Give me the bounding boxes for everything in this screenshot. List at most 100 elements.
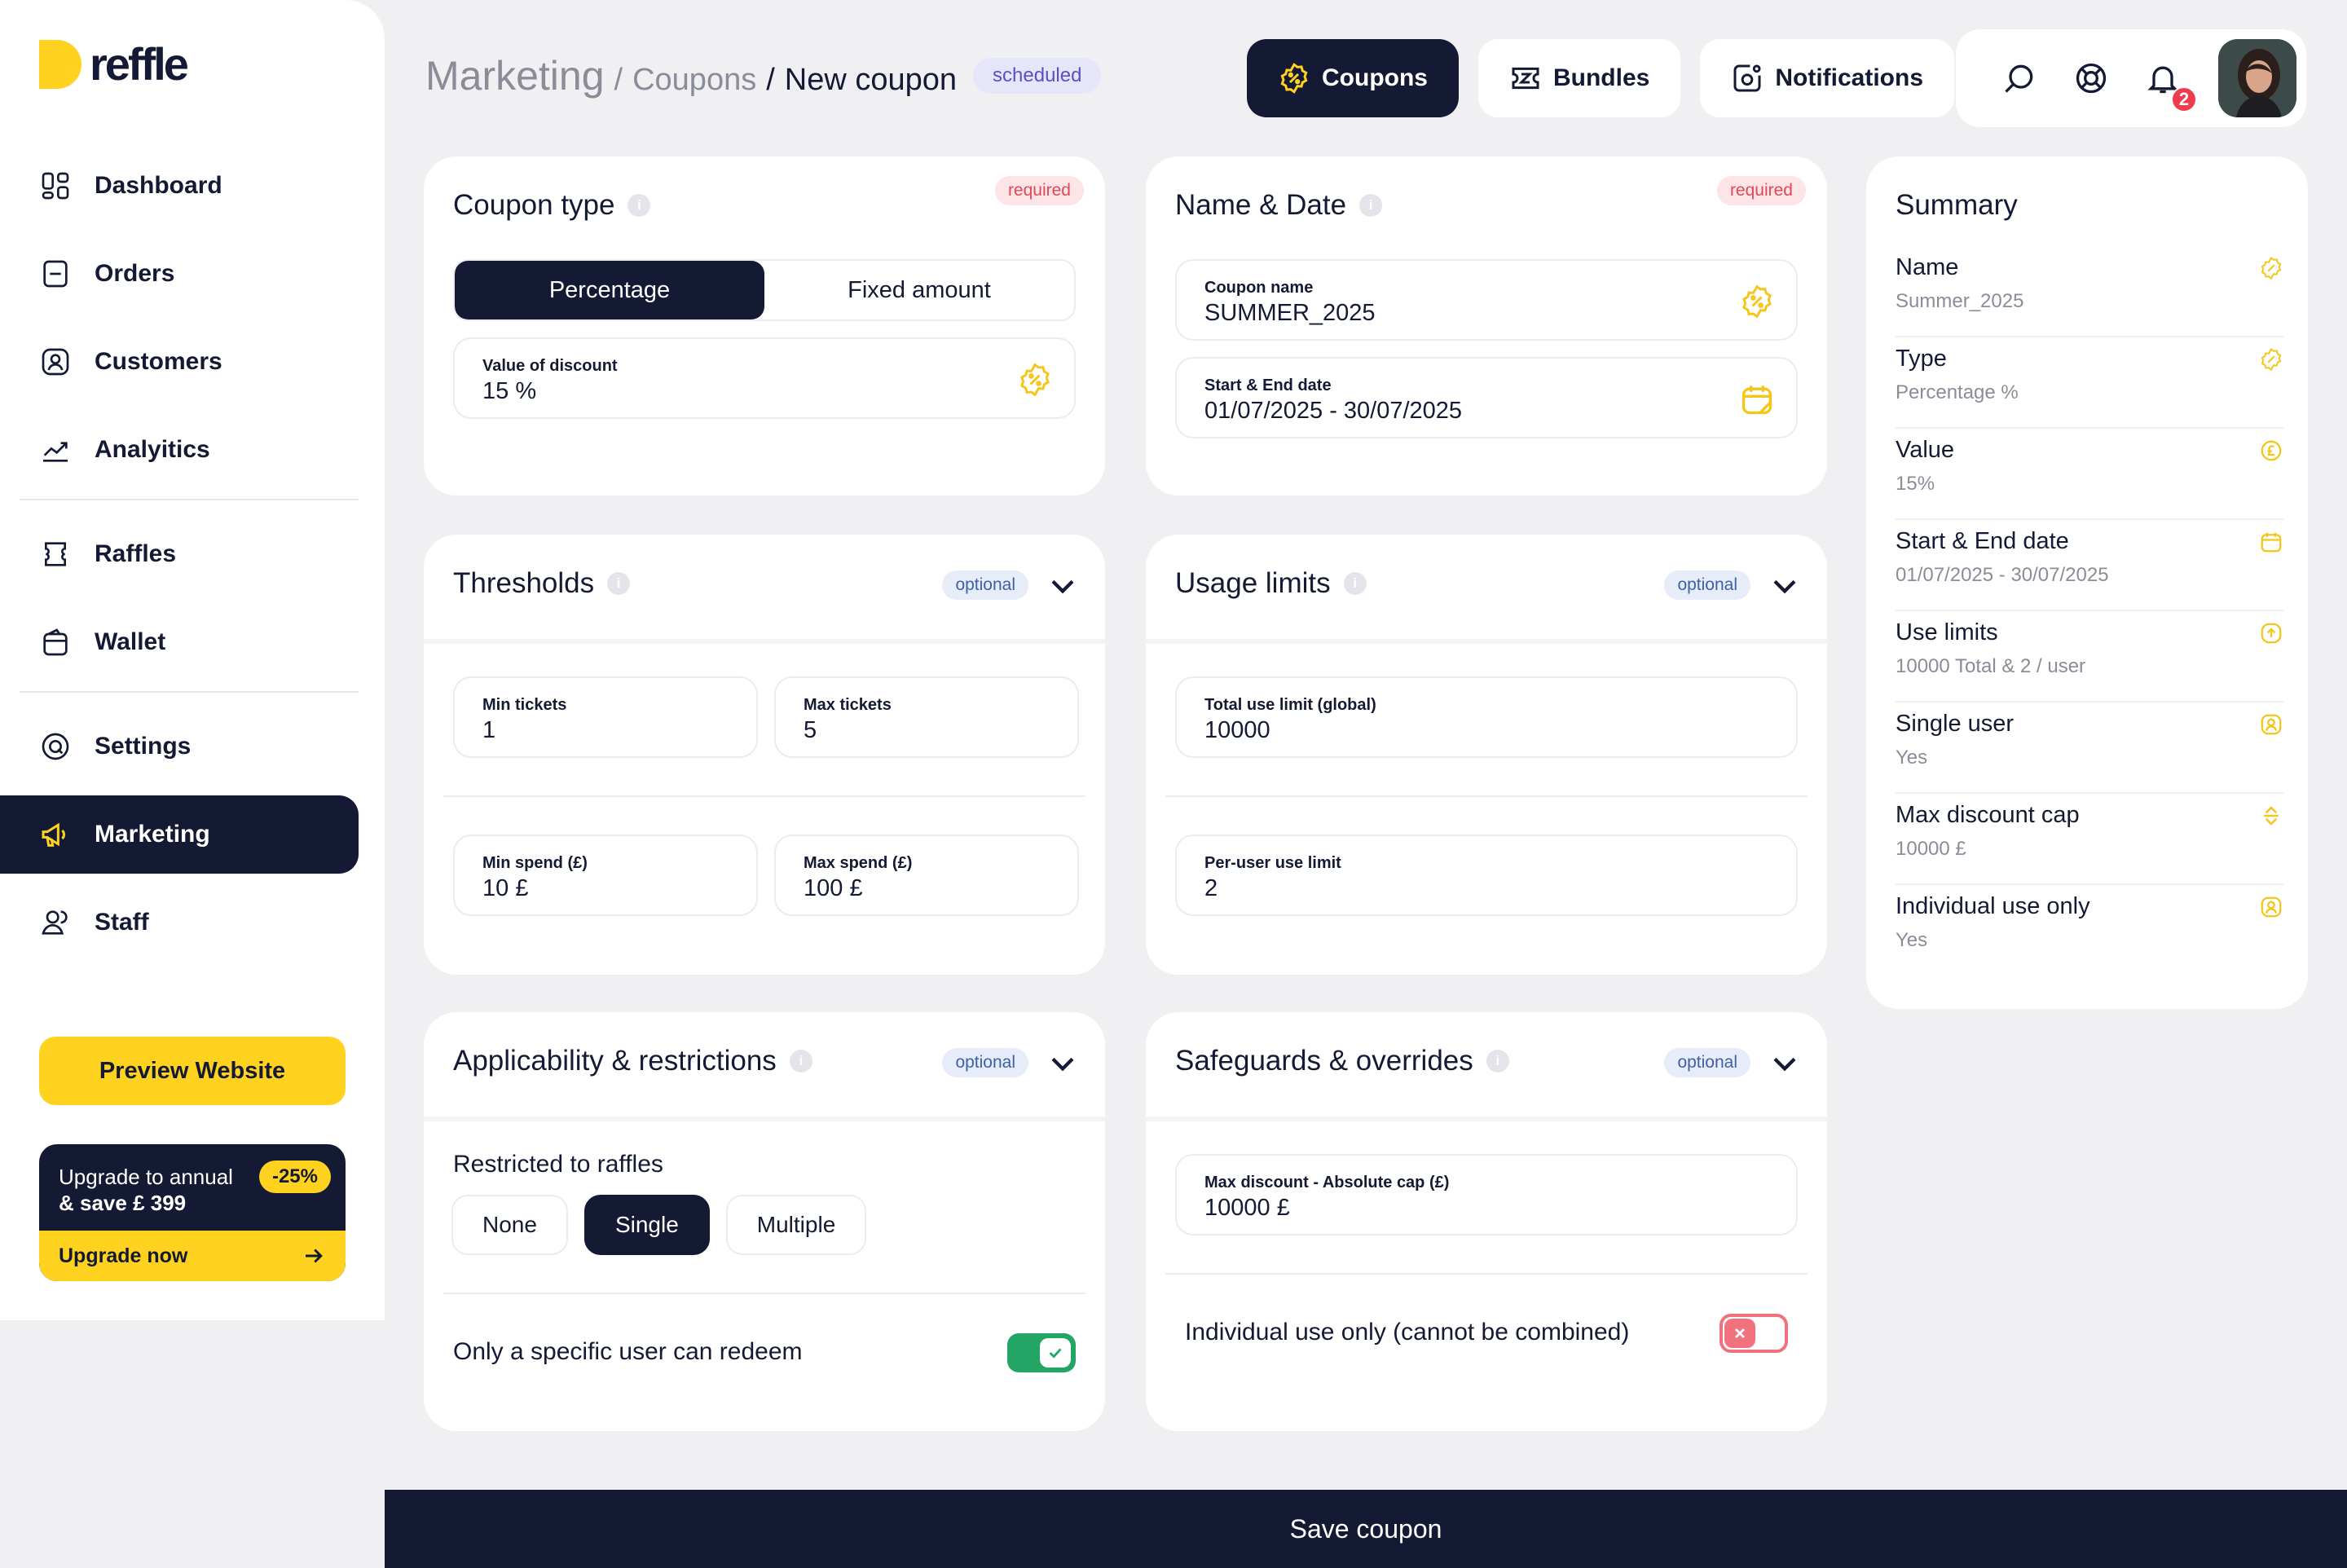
sidebar-item-label: Orders [95,260,175,287]
summary-title: Summary [1896,189,2018,221]
summary-value: 10000 Total & 2 / user [1896,655,2086,677]
field-label: Per-user use limit [1204,854,1341,872]
badge-percent-icon [1742,284,1772,319]
chevron-down-icon[interactable] [1050,577,1076,597]
breadcrumb-marketing[interactable]: Marketing [425,52,605,99]
field-value: 5 [804,717,817,743]
summary-row-dates: Start & End date 01/07/2025 - 30/07/2025 [1896,520,2283,611]
sidebar-item-raffles[interactable]: Raffles [20,515,359,593]
calendar-icon[interactable] [1739,381,1775,417]
summary-key: Type [1896,346,1947,372]
summary-key: Single user [1896,711,2015,737]
sidebar-item-orders[interactable]: Orders [20,235,359,313]
upgrade-line2: & save £ 399 [59,1191,187,1215]
nav-divider [20,499,359,500]
avatar[interactable] [2218,39,2296,117]
tab-notifications[interactable]: Notifications [1700,39,1955,117]
card-divider [443,795,1085,797]
sidebar-item-wallet[interactable]: Wallet [20,603,359,681]
specific-user-toggle[interactable] [1007,1333,1076,1372]
info-icon[interactable]: i [607,572,631,595]
info-icon[interactable]: i [1343,572,1367,595]
search-icon[interactable] [2001,60,2037,96]
raffles-icon [45,542,66,566]
sidebar-item-label: Analyitics [95,436,210,463]
wallet-icon [43,628,68,656]
breadcrumb-coupons[interactable]: Coupons [632,63,756,98]
individual-use-toggle[interactable] [1720,1314,1788,1353]
card-title: Thresholds i [453,567,631,600]
badge-percent-icon [2261,257,2282,280]
option-fixed-amount[interactable]: Fixed amount [764,261,1074,319]
total-use-limit-field[interactable]: Total use limit (global) 10000 [1175,676,1798,758]
upgrade-line1: Upgrade to annual [59,1165,233,1189]
safeguards-card: Safeguards & overrides i optional Max di… [1146,1012,1827,1431]
option-percentage[interactable]: Percentage [455,261,764,319]
option-none[interactable]: None [451,1195,568,1255]
field-label: Start & End date [1204,377,1332,394]
field-value: 10000 [1204,717,1270,743]
summary-key: Name [1896,254,1959,280]
usage-limits-title: Usage limits [1175,567,1331,599]
analytics-icon [43,442,68,462]
chevron-down-icon[interactable] [1050,1055,1076,1074]
field-value: 10000 £ [1204,1195,1290,1221]
upgrade-now-button[interactable]: Upgrade now [39,1231,346,1281]
restricted-raffles-label: Restricted to raffles [453,1151,663,1178]
name-date-title: Name & Date [1175,189,1347,221]
info-icon[interactable]: i [789,1050,812,1072]
option-single[interactable]: Single [583,1195,710,1255]
card-title: Coupon type i [453,189,651,222]
required-badge: required [1716,176,1806,205]
help-lifebuoy-icon[interactable] [2073,60,2109,96]
specific-user-label: Only a specific user can redeem [453,1338,803,1365]
coupon-name-field[interactable]: Coupon name SUMMER_2025 [1175,259,1798,341]
sidebar-item-staff[interactable]: Staff [20,883,359,962]
breadcrumb-separator: / [614,63,623,97]
brand-logo[interactable]: reffle [39,37,189,90]
per-user-limit-field[interactable]: Per-user use limit 2 [1175,835,1798,916]
summary-value: Summer_2025 [1896,290,2024,312]
chevron-down-icon[interactable] [1772,1055,1798,1074]
sidebar-item-label: Marketing [95,821,210,848]
save-coupon-button[interactable]: Save coupon [385,1490,2347,1568]
max-spend-field[interactable]: Max spend (£) 100 £ [774,835,1079,916]
tab-label: Notifications [1775,64,1924,91]
field-label: Total use limit (global) [1204,696,1376,714]
summary-value: Yes [1896,929,1928,951]
info-icon[interactable]: i [1359,194,1383,217]
sidebar-item-customers[interactable]: Customers [20,323,359,401]
summary-row-value: Value 15% [1896,429,2283,520]
discount-value-field[interactable]: Value of discount 15 % [453,337,1076,419]
summary-key: Individual use only [1896,893,2090,919]
min-spend-field[interactable]: Min spend (£) 10 £ [453,835,758,916]
date-range-field[interactable]: Start & End date 01/07/2025 - 30/07/2025 [1175,357,1798,438]
summary-key: Max discount cap [1896,802,2080,828]
tab-bundles[interactable]: Bundles [1477,39,1681,117]
orders-icon [43,260,68,288]
min-tickets-field[interactable]: Min tickets 1 [453,676,758,758]
info-icon[interactable]: i [627,194,651,217]
tab-coupons[interactable]: Coupons [1247,39,1459,117]
max-tickets-field[interactable]: Max tickets 5 [774,676,1079,758]
usage-limits-card: Usage limits i optional Total use limit … [1146,535,1827,975]
chevron-down-icon[interactable] [1772,577,1798,597]
field-label: Coupon name [1204,279,1314,297]
bundle-ticket-icon [1512,67,1539,90]
required-badge: required [994,176,1084,205]
page-title: New coupon [784,63,958,97]
coupon-type-title: Coupon type [453,189,615,221]
max-discount-field[interactable]: Max discount - Absolute cap (£) 10000 £ [1175,1154,1798,1235]
settings-icon [42,733,69,760]
field-label: Min spend (£) [482,854,588,872]
avatar-portrait-icon [2218,39,2296,117]
info-icon[interactable]: i [1486,1050,1509,1072]
field-value: 2 [1204,875,1218,901]
preview-website-button[interactable]: Preview Website [39,1037,346,1105]
sidebar-item-dashboard[interactable]: Dashboard [20,147,359,225]
option-multiple[interactable]: Multiple [725,1195,867,1255]
sidebar-item-analytics[interactable]: Analyitics [20,411,359,489]
discount-badge: -25% [258,1161,331,1193]
sidebar-item-marketing[interactable]: Marketing [0,795,359,874]
sidebar-item-settings[interactable]: Settings [20,707,359,786]
